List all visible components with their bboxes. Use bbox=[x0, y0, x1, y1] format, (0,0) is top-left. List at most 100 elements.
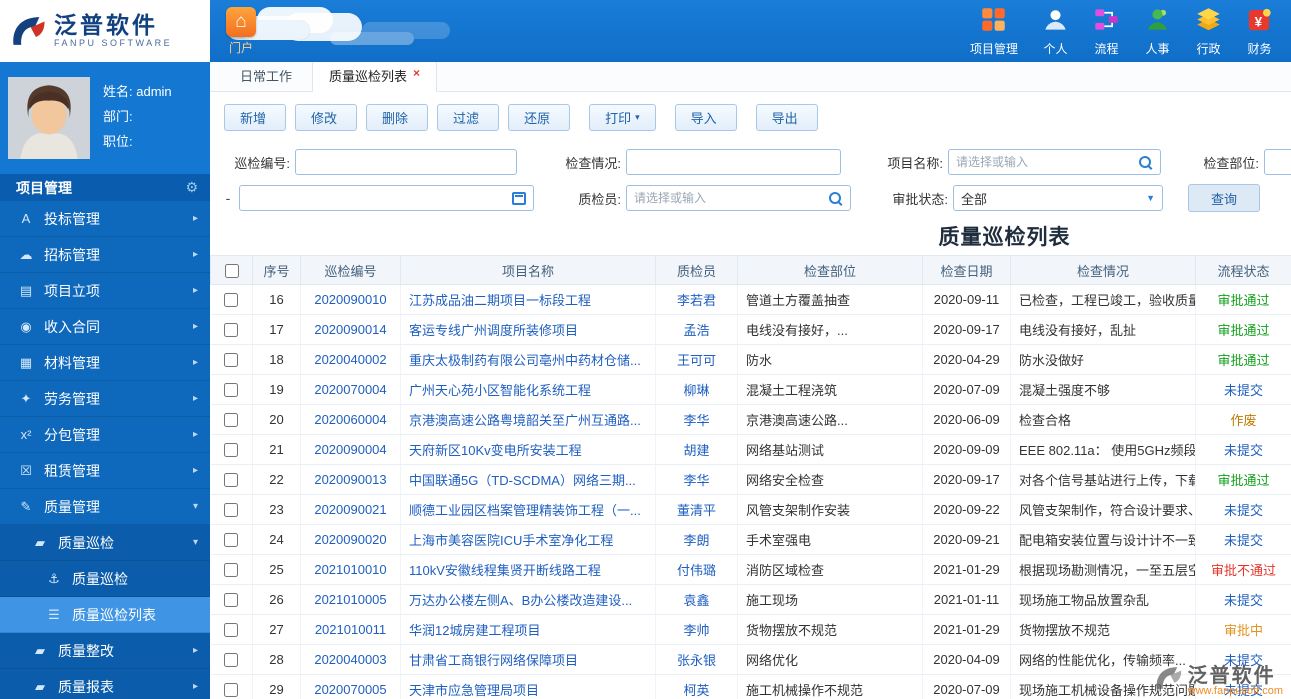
row-checkbox[interactable] bbox=[224, 563, 239, 578]
table-row[interactable]: 16 2020090010 江苏成品油二期项目一标段工程 李若君 管道土方覆盖抽… bbox=[210, 284, 1291, 315]
row-checkbox[interactable] bbox=[224, 353, 239, 368]
inspector-link[interactable]: 李华 bbox=[655, 464, 738, 495]
table-row[interactable]: 22 2020090013 中国联通5G（TD-SCDMA）网络三期... 李华… bbox=[210, 464, 1291, 495]
inspector-link[interactable]: 李若君 bbox=[655, 284, 738, 315]
inspection-no-link[interactable]: 2020090013 bbox=[300, 464, 401, 495]
project-name-link[interactable]: 中国联通5G（TD-SCDMA）网络三期... bbox=[400, 464, 656, 495]
inspection-no-link[interactable]: 2020040002 bbox=[300, 344, 401, 375]
nav-item-personal[interactable]: 个人 bbox=[1042, 6, 1069, 57]
project-name-link[interactable]: 京港澳高速公路粤境韶关至广州互通路... bbox=[400, 404, 656, 435]
check-status-input[interactable] bbox=[626, 149, 841, 175]
inspection-no-link[interactable]: 2020070004 bbox=[300, 374, 401, 405]
home-icon[interactable]: ⌂ bbox=[226, 6, 256, 37]
sidebar-section-project-management[interactable]: 项目管理 ⚙ bbox=[0, 174, 210, 201]
inspection-no-link[interactable]: 2020090004 bbox=[300, 434, 401, 465]
project-name-link[interactable]: 客运专线广州调度所装修项目 bbox=[400, 314, 656, 345]
row-checkbox[interactable] bbox=[224, 683, 239, 698]
sidebar-item[interactable]: ◉ 收入合同 ▸ bbox=[0, 309, 210, 345]
table-row[interactable]: 18 2020040002 重庆太极制药有限公司亳州中药材仓储... 王可可 防… bbox=[210, 344, 1291, 375]
project-name-link[interactable]: 万达办公楼左侧A、B办公楼改造建设... bbox=[400, 584, 656, 615]
project-input[interactable] bbox=[956, 155, 1138, 169]
restore-button[interactable]: 还原 bbox=[508, 104, 571, 131]
inspector-link[interactable]: 李朗 bbox=[655, 524, 738, 555]
sidebar-item[interactable]: ✦ 劳务管理 ▸ bbox=[0, 381, 210, 417]
project-name-link[interactable]: 天津市应急管理局项目 bbox=[400, 674, 656, 699]
inspector-link[interactable]: 张永银 bbox=[655, 644, 738, 675]
table-row[interactable]: 28 2020040003 甘肃省工商银行网络保障项目 张永银 网络优化 202… bbox=[210, 644, 1291, 675]
sidebar-item[interactable]: ▰ 质量报表 ▸ bbox=[0, 669, 210, 699]
sidebar-item[interactable]: ☰ 质量巡检列表 bbox=[0, 597, 210, 633]
row-checkbox[interactable] bbox=[224, 323, 239, 338]
add-button[interactable]: 新增 bbox=[224, 104, 287, 131]
project-name-link[interactable]: 110kV安徽线程集贤开断线路工程 bbox=[400, 554, 656, 585]
project-name-link[interactable]: 广州天心苑小区智能化系统工程 bbox=[400, 374, 656, 405]
table-row[interactable]: 17 2020090014 客运专线广州调度所装修项目 孟浩 电线没有接好，..… bbox=[210, 314, 1291, 345]
inspection-no-link[interactable]: 2021010011 bbox=[300, 614, 401, 645]
nav-item-workflow[interactable]: 流程 bbox=[1093, 6, 1120, 57]
inspector-link[interactable]: 王可可 bbox=[655, 344, 738, 375]
table-row[interactable]: 25 2021010010 110kV安徽线程集贤开断线路工程 付伟璐 消防区域… bbox=[210, 554, 1291, 585]
inspector-link[interactable]: 李华 bbox=[655, 404, 738, 435]
nav-item-finance[interactable]: ¥ 财务 bbox=[1246, 6, 1273, 57]
project-name-link[interactable]: 华润12城房建工程项目 bbox=[400, 614, 656, 645]
nav-portal[interactable]: ⌂ 门户 bbox=[226, 0, 256, 62]
project-name-link[interactable]: 甘肃省工商银行网络保障项目 bbox=[400, 644, 656, 675]
row-checkbox[interactable] bbox=[224, 473, 239, 488]
row-checkbox[interactable] bbox=[224, 653, 239, 668]
filter-button[interactable]: 过滤 bbox=[437, 104, 500, 131]
row-checkbox[interactable] bbox=[224, 593, 239, 608]
sidebar-item[interactable]: ⚓ 质量巡检 bbox=[0, 561, 210, 597]
select-all-checkbox[interactable] bbox=[224, 263, 239, 278]
import-button[interactable]: 导入 bbox=[674, 104, 737, 131]
nav-item-administration[interactable]: 行政 bbox=[1195, 6, 1222, 57]
inspection-no-link[interactable]: 2020040003 bbox=[300, 644, 401, 675]
search-icon[interactable] bbox=[828, 191, 843, 206]
sidebar-item[interactable]: x² 分包管理 ▸ bbox=[0, 417, 210, 453]
date-input[interactable] bbox=[247, 191, 512, 205]
check-part-input[interactable] bbox=[1264, 149, 1291, 175]
nav-item-project-management[interactable]: 项目管理 bbox=[970, 6, 1018, 57]
inspection-no-link[interactable]: 2020090020 bbox=[300, 524, 401, 555]
export-button[interactable]: 导出 bbox=[755, 104, 818, 131]
row-checkbox[interactable] bbox=[224, 383, 239, 398]
table-row[interactable]: 24 2020090020 上海市美容医院ICU手术室净化工程 李朗 手术室强电… bbox=[210, 524, 1291, 555]
inspection-no-input[interactable] bbox=[295, 149, 517, 175]
project-name-link[interactable]: 重庆太极制药有限公司亳州中药材仓储... bbox=[400, 344, 656, 375]
inspection-no-link[interactable]: 2021010010 bbox=[300, 554, 401, 585]
inspection-no-link[interactable]: 2020090014 bbox=[300, 314, 401, 345]
row-checkbox[interactable] bbox=[224, 413, 239, 428]
project-picker[interactable] bbox=[948, 149, 1161, 175]
table-row[interactable]: 20 2020060004 京港澳高速公路粤境韶关至广州互通路... 李华 京港… bbox=[210, 404, 1291, 435]
inspector-link[interactable]: 付伟璐 bbox=[655, 554, 738, 585]
inspection-no-link[interactable]: 2020090010 bbox=[300, 284, 401, 315]
inspector-picker[interactable] bbox=[626, 185, 851, 211]
sidebar-item[interactable]: ▦ 材料管理 ▸ bbox=[0, 345, 210, 381]
date-picker[interactable] bbox=[239, 185, 534, 211]
inspector-link[interactable]: 孟浩 bbox=[655, 314, 738, 345]
row-checkbox[interactable] bbox=[224, 623, 239, 638]
inspector-link[interactable]: 董清平 bbox=[655, 494, 738, 525]
project-name-link[interactable]: 江苏成品油二期项目一标段工程 bbox=[400, 284, 656, 315]
inspector-link[interactable]: 柯英 bbox=[655, 674, 738, 699]
project-name-link[interactable]: 顺德工业园区档案管理精装饰工程（一... bbox=[400, 494, 656, 525]
inspector-link[interactable]: 李帅 bbox=[655, 614, 738, 645]
inspection-no-link[interactable]: 2020070005 bbox=[300, 674, 401, 699]
project-name-link[interactable]: 上海市美容医院ICU手术室净化工程 bbox=[400, 524, 656, 555]
table-row[interactable]: 23 2020090021 顺德工业园区档案管理精装饰工程（一... 董清平 风… bbox=[210, 494, 1291, 525]
sidebar-item[interactable]: ☒ 租赁管理 ▸ bbox=[0, 453, 210, 489]
query-button[interactable]: 查询 bbox=[1188, 184, 1261, 212]
edit-button[interactable]: 修改 bbox=[295, 104, 358, 131]
print-button[interactable]: 打印 ▾ bbox=[589, 104, 656, 131]
table-row[interactable]: 26 2021010005 万达办公楼左侧A、B办公楼改造建设... 袁鑫 施工… bbox=[210, 584, 1291, 615]
approval-status-select[interactable]: 全部 ▼ bbox=[953, 185, 1163, 211]
inspector-link[interactable]: 袁鑫 bbox=[655, 584, 738, 615]
gear-icon[interactable]: ⚙ bbox=[185, 179, 198, 196]
inspector-link[interactable]: 柳琳 bbox=[655, 374, 738, 405]
row-checkbox[interactable] bbox=[224, 503, 239, 518]
row-checkbox[interactable] bbox=[224, 443, 239, 458]
sidebar-item[interactable]: ▰ 质量整改 ▸ bbox=[0, 633, 210, 669]
calendar-icon[interactable] bbox=[512, 191, 526, 205]
search-icon[interactable] bbox=[1138, 155, 1153, 170]
project-name-link[interactable]: 天府新区10Kv变电所安装工程 bbox=[400, 434, 656, 465]
inspection-no-link[interactable]: 2021010005 bbox=[300, 584, 401, 615]
